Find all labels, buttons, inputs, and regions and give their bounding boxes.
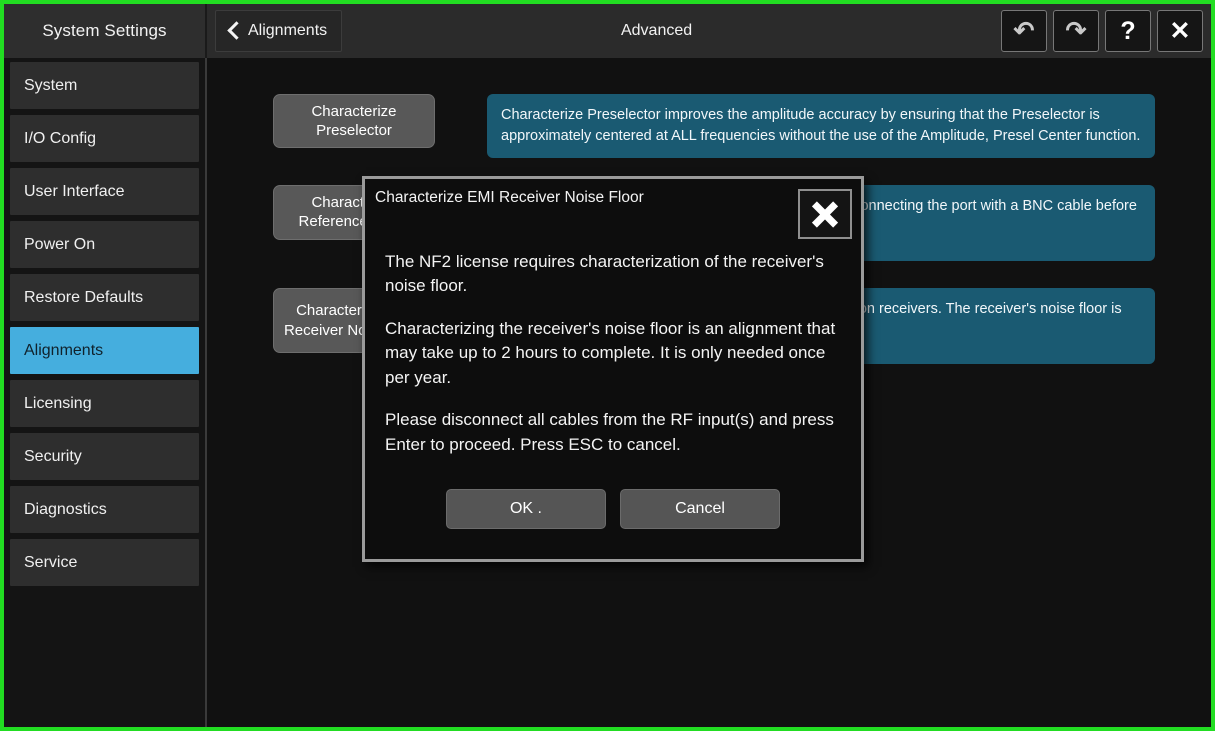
page-title: Advanced: [620, 22, 693, 39]
ok-button[interactable]: OK .: [446, 489, 606, 529]
close-icon: ✕: [1169, 16, 1191, 45]
undo-button[interactable]: ↶: [1001, 10, 1047, 52]
close-window-button[interactable]: ✕: [1157, 10, 1203, 52]
chevron-left-icon: [227, 21, 239, 41]
characterize-noise-floor-dialog: Characterize EMI Receiver Noise Floor Th…: [362, 176, 864, 562]
sidebar-item-label: Security: [24, 447, 82, 465]
dialog-close-button[interactable]: [798, 189, 852, 239]
sidebar-item-alignments[interactable]: Alignments: [10, 327, 199, 374]
dialog-paragraph: The NF2 license requires characterizatio…: [385, 252, 824, 296]
dialog-actions: OK . Cancel: [365, 489, 861, 529]
close-icon: [810, 199, 840, 229]
sidebar-item-label: Licensing: [24, 394, 92, 412]
sidebar-item-licensing[interactable]: Licensing: [10, 380, 199, 427]
top-bar: System Settings Alignments Advanced ↶ ↷ …: [4, 4, 1211, 58]
redo-button[interactable]: ↷: [1053, 10, 1099, 52]
dialog-paragraph: Characterizing the receiver's noise floo…: [385, 318, 836, 387]
sidebar-item-system[interactable]: System: [10, 62, 199, 109]
sidebar-item-label: I/O Config: [24, 129, 97, 147]
dialog-title: Characterize EMI Receiver Noise Floor: [375, 189, 644, 206]
sidebar-item-label: System: [24, 76, 78, 94]
sidebar-item-diagnostics[interactable]: Diagnostics: [10, 486, 199, 533]
sidebar-item-service[interactable]: Service: [10, 539, 199, 586]
sidebar-item-label: Alignments: [24, 341, 104, 359]
sidebar-item-security[interactable]: Security: [10, 433, 199, 480]
help-button[interactable]: ?: [1105, 10, 1151, 52]
sidebar-item-restore-defaults[interactable]: Restore Defaults: [10, 274, 199, 321]
sidebar-item-label: Power On: [24, 235, 96, 253]
toolbar-icons: ↶ ↷ ? ✕: [1001, 4, 1211, 58]
back-button-label: Alignments: [248, 22, 328, 39]
dialog-paragraph: Please disconnect all cables from the RF…: [385, 410, 834, 454]
sidebar-item-label: User Interface: [24, 182, 125, 200]
sidebar: System I/O Config User Interface Power O…: [4, 58, 207, 727]
characterize-preselector-button[interactable]: Characterize Preselector: [273, 94, 435, 149]
system-settings-title: System Settings: [4, 4, 207, 58]
sidebar-item-label: Diagnostics: [24, 500, 107, 518]
application-window: System Settings Alignments Advanced ↶ ↷ …: [0, 0, 1215, 731]
dialog-body: The NF2 license requires characterizatio…: [365, 237, 861, 457]
sidebar-item-io-config[interactable]: I/O Config: [10, 115, 199, 162]
characterize-preselector-info: Characterize Preselector improves the am…: [487, 94, 1155, 159]
redo-icon: ↷: [1065, 16, 1087, 45]
back-to-alignments-button[interactable]: Alignments: [215, 10, 343, 52]
sidebar-item-label: Service: [24, 553, 78, 571]
cancel-button[interactable]: Cancel: [620, 489, 780, 529]
sidebar-item-label: Restore Defaults: [24, 288, 144, 306]
alignment-row: Characterize Preselector Characterize Pr…: [273, 94, 1183, 159]
sidebar-item-user-interface[interactable]: User Interface: [10, 168, 199, 215]
help-icon: ?: [1120, 16, 1136, 45]
dialog-header: Characterize EMI Receiver Noise Floor: [365, 179, 861, 239]
sidebar-item-power-on[interactable]: Power On: [10, 221, 199, 268]
undo-icon: ↶: [1013, 16, 1035, 45]
